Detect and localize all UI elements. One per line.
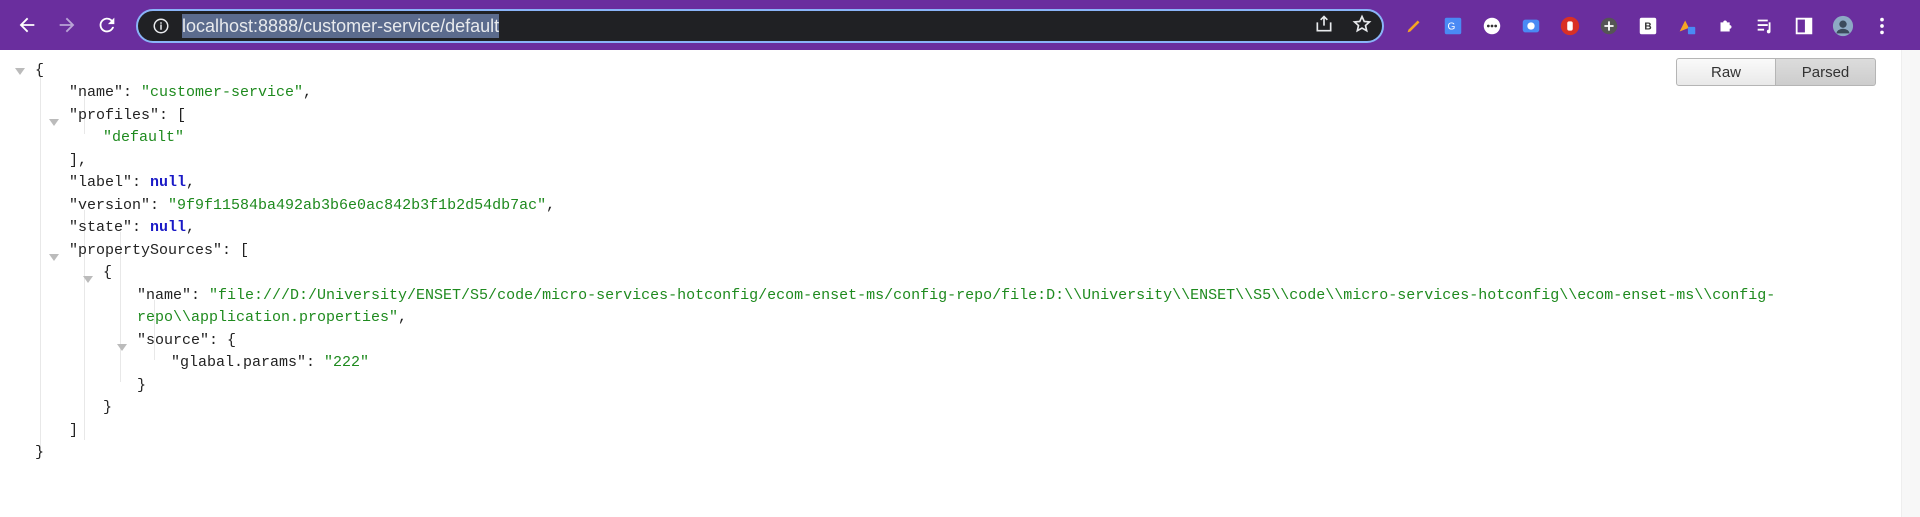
json-line: "default" <box>103 129 185 146</box>
json-line: "version": "9f9f11584ba492ab3b6e0ac842b3… <box>69 197 556 214</box>
url-text[interactable]: localhost:8888/customer-service/default <box>182 14 500 38</box>
collapse-toggle-icon[interactable] <box>49 254 59 261</box>
parsed-button[interactable]: Parsed <box>1776 58 1876 86</box>
collapse-toggle-icon[interactable] <box>15 68 25 75</box>
sidepanel-icon[interactable] <box>1788 10 1820 42</box>
json-line: } <box>35 444 45 461</box>
json-line: "state": null, <box>69 219 196 236</box>
translate-extension-icon[interactable]: G <box>1437 10 1469 42</box>
address-bar[interactable]: localhost:8888/customer-service/default <box>136 9 1384 43</box>
reload-icon[interactable] <box>90 8 124 42</box>
back-icon[interactable] <box>10 8 44 42</box>
json-viewer-page: Raw Parsed { "name": "customer-service",… <box>0 50 1920 517</box>
browser-toolbar: localhost:8888/customer-service/default … <box>0 0 1920 50</box>
menu-icon[interactable] <box>1866 10 1898 42</box>
dots-extension-icon[interactable] <box>1476 10 1508 42</box>
json-line: "label": null, <box>69 174 196 191</box>
collapse-toggle-icon[interactable] <box>49 119 59 126</box>
json-line: "source": { <box>137 332 237 349</box>
json-line: "profiles": [ <box>69 107 187 124</box>
b-extension-icon[interactable]: B <box>1632 10 1664 42</box>
json-line: { <box>103 264 113 281</box>
view-toggle: Raw Parsed <box>1676 58 1876 86</box>
star-icon[interactable] <box>1352 13 1372 39</box>
json-line: repo\\application.properties", <box>137 309 408 326</box>
svg-text:G: G <box>1448 22 1456 33</box>
puzzle-icon[interactable] <box>1710 10 1742 42</box>
share-icon[interactable] <box>1314 14 1334 39</box>
json-line: "name": "file:///D:/University/ENSET/S5/… <box>137 287 1776 304</box>
json-line: } <box>103 399 113 416</box>
scrollbar[interactable] <box>1901 50 1920 517</box>
json-line: { <box>35 62 45 79</box>
json-line: } <box>137 377 147 394</box>
profile-avatar[interactable] <box>1827 10 1859 42</box>
forward-icon[interactable] <box>50 8 84 42</box>
json-line: "name": "customer-service", <box>69 84 313 101</box>
info-icon[interactable] <box>150 15 172 37</box>
stop-hand-extension-icon[interactable] <box>1554 10 1586 42</box>
plus-extension-icon[interactable] <box>1593 10 1625 42</box>
indent-guide <box>40 74 41 454</box>
json-line: "propertySources": [ <box>69 242 250 259</box>
collapse-toggle-icon[interactable] <box>117 344 127 351</box>
media-icon[interactable] <box>1749 10 1781 42</box>
paint-extension-icon[interactable] <box>1671 10 1703 42</box>
pen-extension-icon[interactable] <box>1398 10 1430 42</box>
collapse-toggle-icon[interactable] <box>83 276 93 283</box>
svg-text:B: B <box>1644 22 1651 33</box>
json-line: ] <box>69 422 79 439</box>
json-line: "glabal.params": "222" <box>171 354 370 371</box>
json-line: ], <box>69 152 88 169</box>
raw-button[interactable]: Raw <box>1676 58 1776 86</box>
record-extension-icon[interactable] <box>1515 10 1547 42</box>
